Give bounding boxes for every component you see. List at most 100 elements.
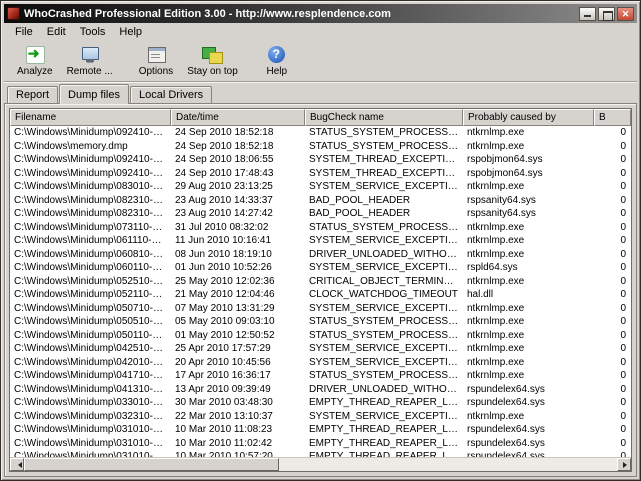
menu-bar: File Edit Tools Help: [4, 23, 637, 41]
table-row[interactable]: C:\Windows\Minidump\082310-2269... 23 Aug…: [10, 207, 631, 221]
remote-button[interactable]: Remote ...: [60, 42, 120, 80]
app-icon[interactable]: [7, 7, 20, 20]
table-row[interactable]: C:\Windows\Minidump\031010-1643... 10 Mar…: [10, 450, 631, 457]
scroll-right-button[interactable]: [617, 458, 631, 471]
minimize-button[interactable]: [579, 6, 596, 21]
table-cell: 25 May 2010 12:02:36: [175, 275, 275, 287]
tab-report[interactable]: Report: [7, 86, 59, 103]
table-row[interactable]: C:\Windows\Minidump\050510-2400... 05 May…: [10, 315, 631, 329]
table-cell: 0: [620, 181, 626, 192]
table-row[interactable]: C:\Windows\Minidump\031010-1567... 10 Mar…: [10, 423, 631, 437]
table-cell: 0: [620, 329, 626, 341]
table-cell: 05 May 2010 09:03:10: [175, 316, 275, 327]
table-cell: 24 Sep 2010 18:52:18: [175, 127, 274, 138]
table-cell: STATUS_SYSTEM_PROCESS_TERMI...: [309, 221, 463, 233]
menu-file[interactable]: File: [8, 24, 40, 40]
table-row[interactable]: C:\Windows\Minidump\061110-2247... 11 Jun…: [10, 234, 631, 248]
tab-local-drivers[interactable]: Local Drivers: [130, 86, 213, 103]
help-button[interactable]: Help: [257, 42, 297, 80]
table-row[interactable]: C:\Windows\Minidump\031010-2176... 10 Mar…: [10, 437, 631, 451]
table-cell: rspundelex64.sys: [467, 437, 545, 449]
remote-icon: [77, 45, 103, 65]
table-cell: ntkrnlmp.exe: [467, 410, 525, 422]
table-cell: rspundelex64.sys: [467, 397, 545, 408]
table-cell: C:\Windows\Minidump\031010-1567...: [14, 424, 171, 435]
table-row[interactable]: C:\Windows\Minidump\092410-1828... 24 Sep…: [10, 153, 631, 167]
table-cell: rspobjmon64.sys: [467, 154, 543, 165]
close-button[interactable]: [617, 6, 634, 21]
maximize-button[interactable]: [598, 6, 615, 21]
table-cell: ntkrnlmp.exe: [467, 329, 525, 341]
table-cell: 10 Mar 2010 10:57:20: [175, 451, 273, 457]
toolbar-button-label: Analyze: [17, 66, 53, 77]
table-row[interactable]: C:\Windows\Minidump\083010-1953... 29 Aug…: [10, 180, 631, 194]
table-cell: 0: [620, 208, 626, 219]
options-button[interactable]: Options: [132, 42, 180, 80]
scrollbar-thumb[interactable]: [24, 458, 279, 471]
analyze-button[interactable]: Analyze: [10, 42, 60, 80]
table-row[interactable]: C:\Windows\Minidump\042010-2822... 20 Apr…: [10, 356, 631, 370]
table-cell: ntkrnlmp.exe: [467, 127, 525, 138]
column-header-filename[interactable]: Filename: [10, 109, 171, 126]
table-cell: 0: [620, 127, 626, 138]
table-row[interactable]: C:\Windows\Minidump\042510-4360... 25 Apr…: [10, 342, 631, 356]
toolbar-button-label: Help: [266, 66, 288, 77]
window-title: WhoCrashed Professional Edition 3.00 - h…: [24, 7, 391, 20]
table-cell: STATUS_SYSTEM_PROCESS_TERMI...: [309, 127, 463, 138]
table-cell: C:\Windows\Minidump\032310-3154...: [14, 410, 171, 422]
table-cell: 0: [620, 410, 626, 422]
table-row[interactable]: C:\Windows\Minidump\052510-2182... 25 May…: [10, 275, 631, 289]
table-cell: CLOCK_WATCHDOG_TIMEOUT: [309, 289, 458, 300]
table-row[interactable]: C:\Windows\Minidump\032310-3154... 22 Mar…: [10, 410, 631, 424]
table-cell: 11 Jun 2010 10:16:41: [175, 235, 272, 246]
table-header: Filename Date/time BugCheck name Probably c…: [10, 109, 631, 126]
table-cell: 30 Mar 2010 03:48:30: [175, 397, 273, 408]
table-cell: 0: [620, 167, 626, 179]
table-row[interactable]: C:\Windows\Minidump\060110-2341... 01 Jun…: [10, 261, 631, 275]
table-cell: 01 Jun 2010 10:52:26: [175, 262, 272, 273]
scrollbar-track[interactable]: [24, 458, 617, 471]
table-cell: SYSTEM_SERVICE_EXCEPTION: [309, 235, 463, 246]
table-cell: ntkrnlmp.exe: [467, 248, 525, 260]
table-cell: C:\Windows\Minidump\082310-2269...: [14, 208, 171, 219]
table-cell: C:\Windows\Minidump\031010-1643...: [14, 451, 171, 457]
column-header-date-time[interactable]: Date/time: [171, 109, 305, 126]
table-row[interactable]: C:\Windows\Minidump\092410-2154... 24 Sep…: [10, 126, 631, 140]
tab-strip: Report Dump files Local Drivers: [4, 82, 637, 104]
column-header-probably-caused-by[interactable]: Probably caused by: [463, 109, 594, 126]
table-row[interactable]: C:\Windows\Minidump\033010-2630... 30 Mar…: [10, 396, 631, 410]
table-cell: STATUS_SYSTEM_PROCESS_TERMI...: [309, 140, 463, 152]
table-row[interactable]: C:\Windows\Minidump\041710-2463... 17 Apr…: [10, 369, 631, 383]
titlebar[interactable]: WhoCrashed Professional Edition 3.00 - h…: [4, 4, 637, 23]
table-row[interactable]: C:\Windows\Minidump\092410-2361... 24 Sep…: [10, 167, 631, 181]
table-row[interactable]: C:\Windows\Minidump\050110-2257... 01 May…: [10, 329, 631, 343]
table-cell: 0: [620, 154, 626, 165]
menu-help[interactable]: Help: [112, 24, 149, 40]
table-cell: SYSTEM_SERVICE_EXCEPTION: [309, 410, 463, 422]
stay-on-top-button[interactable]: Stay on top: [180, 42, 245, 80]
table-row[interactable]: C:\Windows\Minidump\082310-2549... 23 Aug…: [10, 194, 631, 208]
toolbar: Analyze Remote ... Options Stay on top Help: [4, 41, 637, 82]
table-row[interactable]: C:\Windows\Minidump\060810-2036... 08 Jun…: [10, 248, 631, 262]
table-cell: 0: [620, 437, 626, 449]
table-row[interactable]: C:\Windows\Minidump\041310-2675... 13 Apr…: [10, 383, 631, 397]
table-row[interactable]: C:\Windows\Minidump\052110-2581... 21 May…: [10, 288, 631, 302]
menu-edit[interactable]: Edit: [40, 24, 73, 40]
column-header-bugcheck-name[interactable]: BugCheck name: [305, 109, 463, 126]
table-cell: C:\Windows\Minidump\041310-2675...: [14, 383, 171, 395]
table-cell: C:\Windows\Minidump\042510-4360...: [14, 343, 171, 354]
toolbar-button-label: Remote ...: [66, 66, 113, 77]
horizontal-scrollbar[interactable]: [10, 457, 631, 471]
table-row[interactable]: C:\Windows\memory.dmp 24 Sep 2010 18:52:1…: [10, 140, 631, 154]
table-row[interactable]: C:\Windows\Minidump\073110-1552... 31 Jul…: [10, 221, 631, 235]
dump-files-table: Filename Date/time BugCheck name Probably c…: [9, 108, 632, 472]
table-row[interactable]: C:\Windows\Minidump\050710-2661... 07 May…: [10, 302, 631, 316]
table-cell: hal.dll: [467, 289, 494, 300]
table-cell: 21 May 2010 12:04:46: [175, 289, 275, 300]
table-cell: C:\Windows\Minidump\050710-2661...: [14, 302, 171, 314]
tab-dump-files[interactable]: Dump files: [59, 84, 129, 104]
column-header-b[interactable]: B: [594, 109, 631, 126]
scroll-left-button[interactable]: [10, 458, 24, 471]
table-cell: 0: [620, 221, 626, 233]
menu-tools[interactable]: Tools: [73, 24, 113, 40]
